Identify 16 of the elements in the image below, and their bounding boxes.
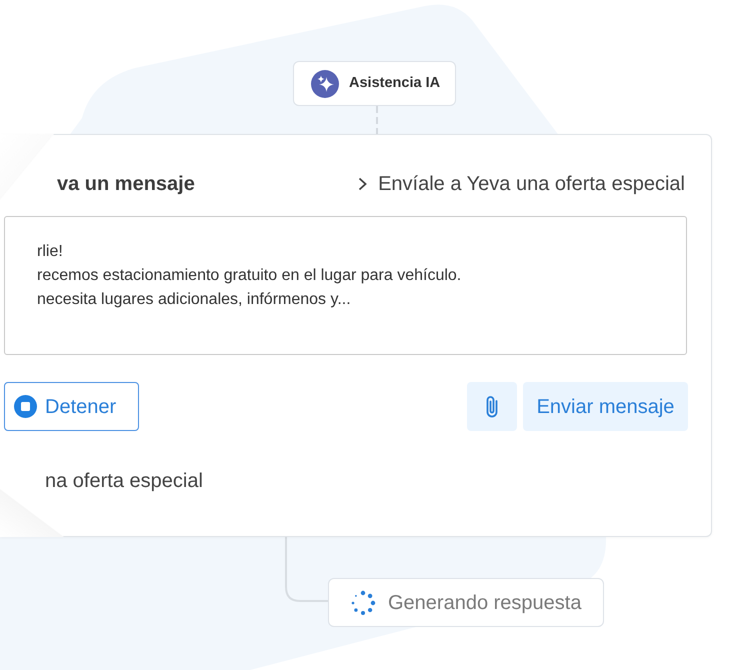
status-label: Generando respuesta	[388, 590, 582, 616]
send-button[interactable]: Enviar mensaje	[523, 382, 688, 431]
stop-icon	[14, 395, 37, 418]
sparkle-icon	[311, 70, 339, 98]
assistant-label: Asistencia IA	[349, 74, 440, 93]
paperclip-icon	[485, 394, 499, 418]
suggestion-link[interactable]: Envíale a Yeva una oferta especial	[358, 170, 685, 198]
chevron-right-icon	[358, 177, 368, 191]
stop-button[interactable]: Detener	[4, 382, 139, 431]
spinner-icon	[350, 590, 376, 616]
attach-button[interactable]	[467, 382, 517, 431]
page-curl-drawing	[0, 489, 64, 537]
prompt-text: na oferta especial	[45, 469, 203, 493]
page-fold-drawing	[0, 134, 54, 200]
card-title: va un mensaje	[57, 172, 195, 197]
message-field[interactable]: rlie! recemos estacionamiento gratuito en el lugar para vehículo. necesita lugares adicionales, infórmenos y...	[4, 216, 687, 355]
